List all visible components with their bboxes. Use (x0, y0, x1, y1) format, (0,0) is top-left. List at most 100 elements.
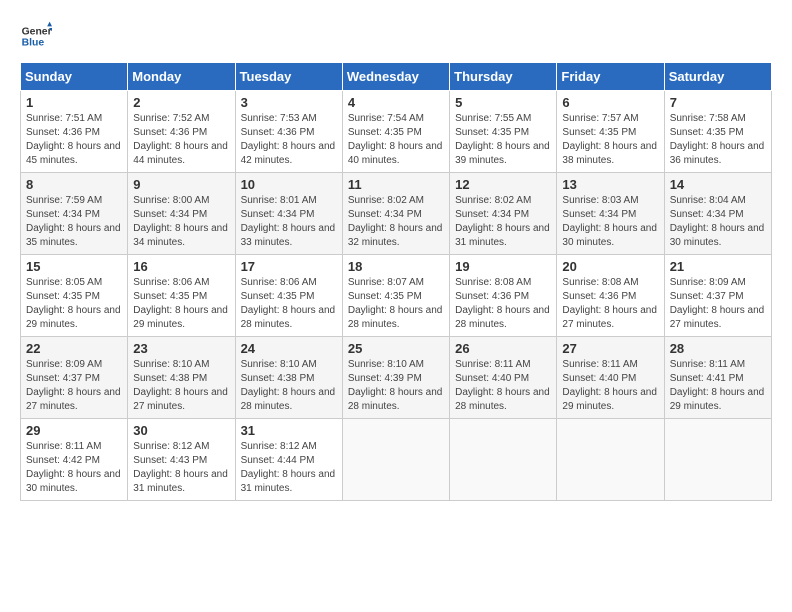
day-number: 20 (562, 259, 658, 274)
calendar-day-cell: 15 Sunrise: 8:05 AM Sunset: 4:35 PM Dayl… (21, 255, 128, 337)
calendar-day-cell: 18 Sunrise: 8:07 AM Sunset: 4:35 PM Dayl… (342, 255, 449, 337)
calendar-day-cell: 20 Sunrise: 8:08 AM Sunset: 4:36 PM Dayl… (557, 255, 664, 337)
day-number: 13 (562, 177, 658, 192)
day-info: Sunrise: 7:58 AM Sunset: 4:35 PM Dayligh… (670, 112, 766, 168)
day-number: 3 (241, 95, 337, 110)
calendar-week-row: 29 Sunrise: 8:11 AM Sunset: 4:42 PM Dayl… (21, 419, 772, 501)
weekday-header: Friday (557, 63, 664, 91)
day-info: Sunrise: 8:04 AM Sunset: 4:34 PM Dayligh… (670, 194, 766, 250)
calendar-day-cell (664, 419, 771, 501)
day-info: Sunrise: 8:01 AM Sunset: 4:34 PM Dayligh… (241, 194, 337, 250)
day-number: 19 (455, 259, 551, 274)
calendar-day-cell: 30 Sunrise: 8:12 AM Sunset: 4:43 PM Dayl… (128, 419, 235, 501)
calendar-day-cell: 14 Sunrise: 8:04 AM Sunset: 4:34 PM Dayl… (664, 173, 771, 255)
weekday-header: Sunday (21, 63, 128, 91)
weekday-header: Tuesday (235, 63, 342, 91)
day-number: 11 (348, 177, 444, 192)
calendar-day-cell: 6 Sunrise: 7:57 AM Sunset: 4:35 PM Dayli… (557, 91, 664, 173)
calendar-day-cell: 3 Sunrise: 7:53 AM Sunset: 4:36 PM Dayli… (235, 91, 342, 173)
day-number: 28 (670, 341, 766, 356)
day-info: Sunrise: 8:11 AM Sunset: 4:40 PM Dayligh… (455, 358, 551, 414)
day-info: Sunrise: 7:55 AM Sunset: 4:35 PM Dayligh… (455, 112, 551, 168)
day-number: 8 (26, 177, 122, 192)
day-info: Sunrise: 7:57 AM Sunset: 4:35 PM Dayligh… (562, 112, 658, 168)
day-info: Sunrise: 8:10 AM Sunset: 4:38 PM Dayligh… (133, 358, 229, 414)
calendar-day-cell: 5 Sunrise: 7:55 AM Sunset: 4:35 PM Dayli… (450, 91, 557, 173)
day-number: 10 (241, 177, 337, 192)
day-info: Sunrise: 8:07 AM Sunset: 4:35 PM Dayligh… (348, 276, 444, 332)
calendar-day-cell: 29 Sunrise: 8:11 AM Sunset: 4:42 PM Dayl… (21, 419, 128, 501)
day-info: Sunrise: 8:05 AM Sunset: 4:35 PM Dayligh… (26, 276, 122, 332)
day-info: Sunrise: 8:10 AM Sunset: 4:38 PM Dayligh… (241, 358, 337, 414)
day-info: Sunrise: 8:09 AM Sunset: 4:37 PM Dayligh… (26, 358, 122, 414)
day-number: 12 (455, 177, 551, 192)
day-number: 9 (133, 177, 229, 192)
day-info: Sunrise: 8:02 AM Sunset: 4:34 PM Dayligh… (455, 194, 551, 250)
logo-icon: General Blue (20, 20, 52, 52)
day-info: Sunrise: 8:06 AM Sunset: 4:35 PM Dayligh… (241, 276, 337, 332)
calendar-day-cell: 16 Sunrise: 8:06 AM Sunset: 4:35 PM Dayl… (128, 255, 235, 337)
day-info: Sunrise: 7:53 AM Sunset: 4:36 PM Dayligh… (241, 112, 337, 168)
day-number: 7 (670, 95, 766, 110)
calendar-day-cell: 1 Sunrise: 7:51 AM Sunset: 4:36 PM Dayli… (21, 91, 128, 173)
day-number: 21 (670, 259, 766, 274)
day-info: Sunrise: 8:12 AM Sunset: 4:43 PM Dayligh… (133, 440, 229, 496)
day-info: Sunrise: 8:03 AM Sunset: 4:34 PM Dayligh… (562, 194, 658, 250)
day-info: Sunrise: 8:11 AM Sunset: 4:42 PM Dayligh… (26, 440, 122, 496)
calendar-week-row: 8 Sunrise: 7:59 AM Sunset: 4:34 PM Dayli… (21, 173, 772, 255)
day-info: Sunrise: 8:09 AM Sunset: 4:37 PM Dayligh… (670, 276, 766, 332)
calendar-day-cell: 4 Sunrise: 7:54 AM Sunset: 4:35 PM Dayli… (342, 91, 449, 173)
weekday-header: Monday (128, 63, 235, 91)
calendar-day-cell (557, 419, 664, 501)
calendar-day-cell (342, 419, 449, 501)
day-number: 15 (26, 259, 122, 274)
day-number: 25 (348, 341, 444, 356)
day-number: 22 (26, 341, 122, 356)
day-info: Sunrise: 7:51 AM Sunset: 4:36 PM Dayligh… (26, 112, 122, 168)
weekday-header: Wednesday (342, 63, 449, 91)
day-number: 2 (133, 95, 229, 110)
calendar-day-cell: 25 Sunrise: 8:10 AM Sunset: 4:39 PM Dayl… (342, 337, 449, 419)
calendar-day-cell: 26 Sunrise: 8:11 AM Sunset: 4:40 PM Dayl… (450, 337, 557, 419)
day-number: 16 (133, 259, 229, 274)
day-number: 14 (670, 177, 766, 192)
day-info: Sunrise: 8:10 AM Sunset: 4:39 PM Dayligh… (348, 358, 444, 414)
day-info: Sunrise: 8:06 AM Sunset: 4:35 PM Dayligh… (133, 276, 229, 332)
calendar-day-cell: 8 Sunrise: 7:59 AM Sunset: 4:34 PM Dayli… (21, 173, 128, 255)
calendar-day-cell: 23 Sunrise: 8:10 AM Sunset: 4:38 PM Dayl… (128, 337, 235, 419)
logo: General Blue (20, 20, 56, 52)
calendar-day-cell: 19 Sunrise: 8:08 AM Sunset: 4:36 PM Dayl… (450, 255, 557, 337)
day-number: 23 (133, 341, 229, 356)
day-info: Sunrise: 7:52 AM Sunset: 4:36 PM Dayligh… (133, 112, 229, 168)
day-number: 4 (348, 95, 444, 110)
day-number: 6 (562, 95, 658, 110)
calendar-week-row: 1 Sunrise: 7:51 AM Sunset: 4:36 PM Dayli… (21, 91, 772, 173)
day-info: Sunrise: 8:11 AM Sunset: 4:40 PM Dayligh… (562, 358, 658, 414)
weekday-header: Saturday (664, 63, 771, 91)
calendar-week-row: 22 Sunrise: 8:09 AM Sunset: 4:37 PM Dayl… (21, 337, 772, 419)
day-number: 31 (241, 423, 337, 438)
calendar-day-cell: 2 Sunrise: 7:52 AM Sunset: 4:36 PM Dayli… (128, 91, 235, 173)
day-info: Sunrise: 8:08 AM Sunset: 4:36 PM Dayligh… (455, 276, 551, 332)
calendar-day-cell: 28 Sunrise: 8:11 AM Sunset: 4:41 PM Dayl… (664, 337, 771, 419)
calendar-day-cell: 21 Sunrise: 8:09 AM Sunset: 4:37 PM Dayl… (664, 255, 771, 337)
day-number: 27 (562, 341, 658, 356)
day-info: Sunrise: 8:00 AM Sunset: 4:34 PM Dayligh… (133, 194, 229, 250)
day-number: 17 (241, 259, 337, 274)
calendar-day-cell (450, 419, 557, 501)
calendar-day-cell: 12 Sunrise: 8:02 AM Sunset: 4:34 PM Dayl… (450, 173, 557, 255)
calendar-day-cell: 22 Sunrise: 8:09 AM Sunset: 4:37 PM Dayl… (21, 337, 128, 419)
calendar-week-row: 15 Sunrise: 8:05 AM Sunset: 4:35 PM Dayl… (21, 255, 772, 337)
day-number: 26 (455, 341, 551, 356)
calendar-day-cell: 27 Sunrise: 8:11 AM Sunset: 4:40 PM Dayl… (557, 337, 664, 419)
calendar-day-cell: 10 Sunrise: 8:01 AM Sunset: 4:34 PM Dayl… (235, 173, 342, 255)
weekday-header: Thursday (450, 63, 557, 91)
calendar-day-cell: 13 Sunrise: 8:03 AM Sunset: 4:34 PM Dayl… (557, 173, 664, 255)
day-number: 5 (455, 95, 551, 110)
page-header: General Blue (20, 20, 772, 52)
day-info: Sunrise: 8:12 AM Sunset: 4:44 PM Dayligh… (241, 440, 337, 496)
day-info: Sunrise: 8:11 AM Sunset: 4:41 PM Dayligh… (670, 358, 766, 414)
svg-text:General: General (22, 26, 52, 37)
day-info: Sunrise: 7:59 AM Sunset: 4:34 PM Dayligh… (26, 194, 122, 250)
day-number: 30 (133, 423, 229, 438)
